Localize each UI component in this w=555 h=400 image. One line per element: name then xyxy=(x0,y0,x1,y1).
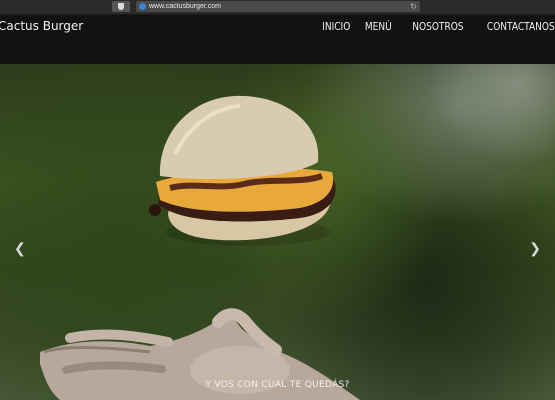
site-header: Cactus Burger INICIO MENÚ NOSOTROS CONTA… xyxy=(0,15,555,64)
privacy-button[interactable] xyxy=(112,1,130,12)
brand-logo[interactable]: Cactus Burger xyxy=(0,19,83,33)
globe-icon xyxy=(139,3,146,10)
address-bar[interactable]: www.cactusburger.com ↻ xyxy=(136,1,420,12)
nav-item-contactanos[interactable]: CONTACTANOS xyxy=(487,20,555,33)
nav-item-nosotros[interactable]: NOSOTROS xyxy=(412,20,463,33)
url-text: www.cactusburger.com xyxy=(149,3,221,10)
nav-item-menu[interactable]: MENÚ xyxy=(365,20,392,33)
nav-item-inicio[interactable]: INICIO xyxy=(322,20,350,33)
burger-illustration xyxy=(149,95,336,246)
hero-tagline: Y VOS CON CUAL TE QUEDÁS? xyxy=(205,380,350,390)
hero-image xyxy=(40,95,360,400)
prev-slide-arrow[interactable]: ❮ xyxy=(14,240,26,257)
reload-icon[interactable]: ↻ xyxy=(410,1,417,12)
hero-slider: ❮ ❯ Y VOS CON CUAL TE QUEDÁS? xyxy=(0,64,555,400)
main-nav: INICIO MENÚ NOSOTROS CONTACTANOS xyxy=(316,20,555,33)
shield-icon xyxy=(118,3,124,10)
browser-toolbar: www.cactusburger.com ↻ xyxy=(0,0,555,15)
next-slide-arrow[interactable]: ❯ xyxy=(529,240,541,257)
